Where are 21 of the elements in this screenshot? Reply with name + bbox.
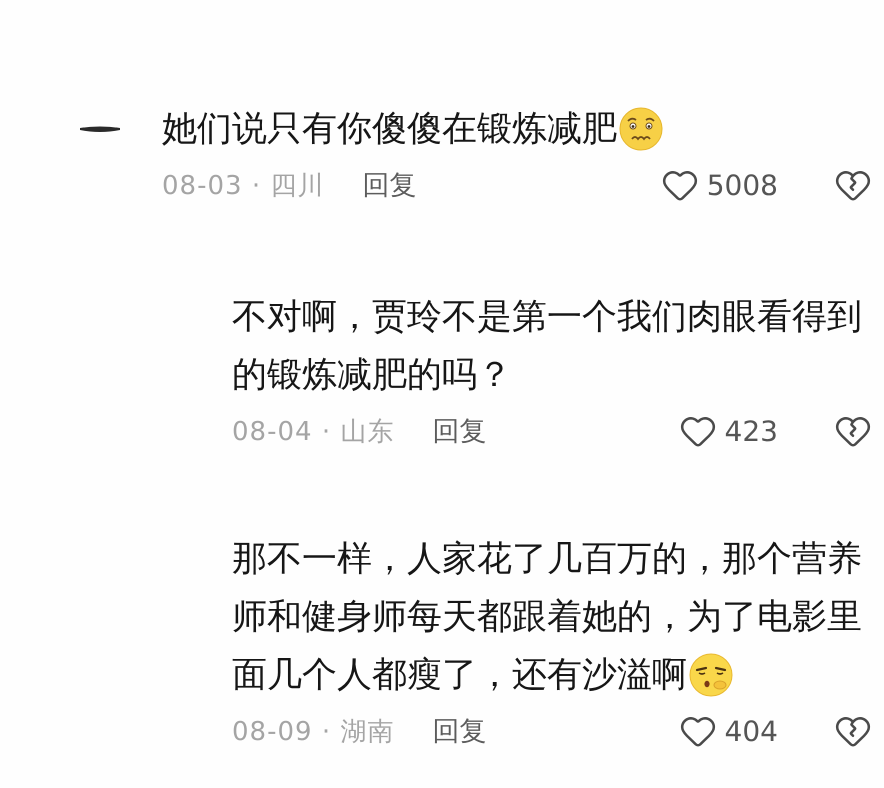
date-location-text: 08-09 · 湖南 [232, 716, 394, 748]
date-location-text: 08-03 · 四川 [162, 170, 324, 202]
comment-text: 她们说只有你傻傻在锻炼减肥 [162, 108, 617, 151]
like-count: 423 [724, 414, 778, 448]
date-location-text: 08-04 · 山东 [232, 416, 394, 448]
comment-text: 师和健身师每天都跟着她的，为了电影里 [232, 596, 862, 639]
reply-button[interactable]: 回复 [432, 413, 486, 449]
reply-button[interactable]: 回复 [362, 167, 416, 203]
like-button[interactable]: 423 [678, 412, 778, 450]
comment-text: 的锻炼减肥的吗？ [232, 354, 512, 397]
worried-face-emoji-icon [619, 107, 663, 151]
comment-text: 面几个人都瘦了，还有沙溢啊 [232, 654, 687, 697]
reply-button[interactable]: 回复 [432, 713, 486, 749]
like-button[interactable]: 404 [678, 712, 778, 750]
sleepy-face-emoji-icon [689, 653, 733, 697]
like-count: 5008 [706, 168, 778, 202]
comment-text: 不对啊，贾玲不是第一个我们肉眼看得到 [232, 296, 862, 339]
avatar-edge-icon [80, 126, 120, 134]
like-button[interactable]: 5008 [660, 166, 778, 204]
comment-text: 那不一样，人家花了几百万的，那个营养 [232, 538, 862, 581]
like-count: 404 [724, 714, 778, 748]
